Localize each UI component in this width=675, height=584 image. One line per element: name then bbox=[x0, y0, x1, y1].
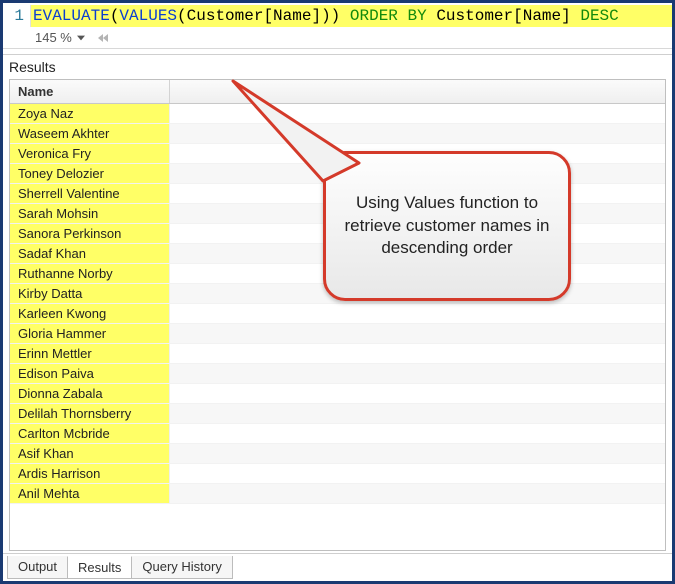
table-row[interactable]: Carlton Mcbride bbox=[10, 424, 665, 444]
kw-order-by: ORDER BY bbox=[350, 7, 427, 25]
cell-name: Gloria Hammer bbox=[10, 324, 170, 343]
cell-name: Anil Mehta bbox=[10, 484, 170, 503]
tab-results[interactable]: Results bbox=[67, 556, 132, 579]
cell-name: Asif Khan bbox=[10, 444, 170, 463]
tab-output[interactable]: Output bbox=[7, 556, 68, 579]
cell-name: Karleen Kwong bbox=[10, 304, 170, 323]
bottom-tabs: Output Results Query History bbox=[3, 553, 672, 581]
cell-name: Dionna Zabala bbox=[10, 384, 170, 403]
cell-name: Kirby Datta bbox=[10, 284, 170, 303]
zoom-control[interactable]: 145 % bbox=[3, 27, 672, 48]
cell-name: Erinn Mettler bbox=[10, 344, 170, 363]
line-number: 1 bbox=[3, 5, 31, 27]
table-row[interactable]: Gloria Hammer bbox=[10, 324, 665, 344]
cell-name: Sadaf Khan bbox=[10, 244, 170, 263]
punct-rp1: ) bbox=[331, 7, 341, 25]
table-row[interactable]: Erinn Mettler bbox=[10, 344, 665, 364]
cell-name: Toney Delozier bbox=[10, 164, 170, 183]
kw-evaluate: EVALUATE bbox=[33, 7, 110, 25]
table-row[interactable]: Delilah Thornsberry bbox=[10, 404, 665, 424]
query-editor[interactable]: 1 EVALUATE(VALUES(Customer[Name])) ORDER… bbox=[3, 3, 672, 48]
editor-line[interactable]: 1 EVALUATE(VALUES(Customer[Name])) ORDER… bbox=[3, 5, 672, 27]
cell-name: Zoya Naz bbox=[10, 104, 170, 123]
results-panel-title: Results bbox=[3, 55, 672, 77]
col-ref-1: Customer[Name] bbox=[187, 7, 321, 25]
punct-lp1: ( bbox=[110, 7, 120, 25]
punct-lp2: ( bbox=[177, 7, 187, 25]
app-frame: 1 EVALUATE(VALUES(Customer[Name])) ORDER… bbox=[0, 0, 675, 584]
kw-desc: DESC bbox=[580, 7, 618, 25]
table-row[interactable]: Ardis Harrison bbox=[10, 464, 665, 484]
cell-name: Sanora Perkinson bbox=[10, 224, 170, 243]
cell-name: Ruthanne Norby bbox=[10, 264, 170, 283]
tab-query-history[interactable]: Query History bbox=[131, 556, 232, 579]
table-row[interactable]: Dionna Zabala bbox=[10, 384, 665, 404]
space-1 bbox=[340, 7, 350, 25]
callout-text: Using Values function to retrieve custom… bbox=[344, 192, 550, 261]
table-row[interactable]: Edison Paiva bbox=[10, 364, 665, 384]
col-ref-2: Customer[Name] bbox=[436, 7, 570, 25]
cell-name: Edison Paiva bbox=[10, 364, 170, 383]
table-row[interactable]: Anil Mehta bbox=[10, 484, 665, 504]
cell-name: Carlton Mcbride bbox=[10, 424, 170, 443]
nav-prev-icon[interactable] bbox=[96, 31, 110, 45]
code-line[interactable]: EVALUATE(VALUES(Customer[Name])) ORDER B… bbox=[31, 5, 672, 27]
cell-name: Delilah Thornsberry bbox=[10, 404, 170, 423]
cell-name: Veronica Fry bbox=[10, 144, 170, 163]
chevron-down-icon[interactable] bbox=[75, 32, 87, 44]
space-3 bbox=[571, 7, 581, 25]
space-2 bbox=[427, 7, 437, 25]
annotation-callout: Using Values function to retrieve custom… bbox=[323, 151, 571, 301]
table-row[interactable]: Karleen Kwong bbox=[10, 304, 665, 324]
callout-pointer-icon bbox=[231, 79, 371, 189]
cell-name: Ardis Harrison bbox=[10, 464, 170, 483]
cell-name: Sherrell Valentine bbox=[10, 184, 170, 203]
table-row[interactable]: Asif Khan bbox=[10, 444, 665, 464]
column-header-name[interactable]: Name bbox=[10, 80, 170, 103]
zoom-value: 145 % bbox=[35, 30, 72, 45]
punct-rp2: ) bbox=[321, 7, 331, 25]
cell-name: Sarah Mohsin bbox=[10, 204, 170, 223]
kw-values: VALUES bbox=[119, 7, 177, 25]
cell-name: Waseem Akhter bbox=[10, 124, 170, 143]
